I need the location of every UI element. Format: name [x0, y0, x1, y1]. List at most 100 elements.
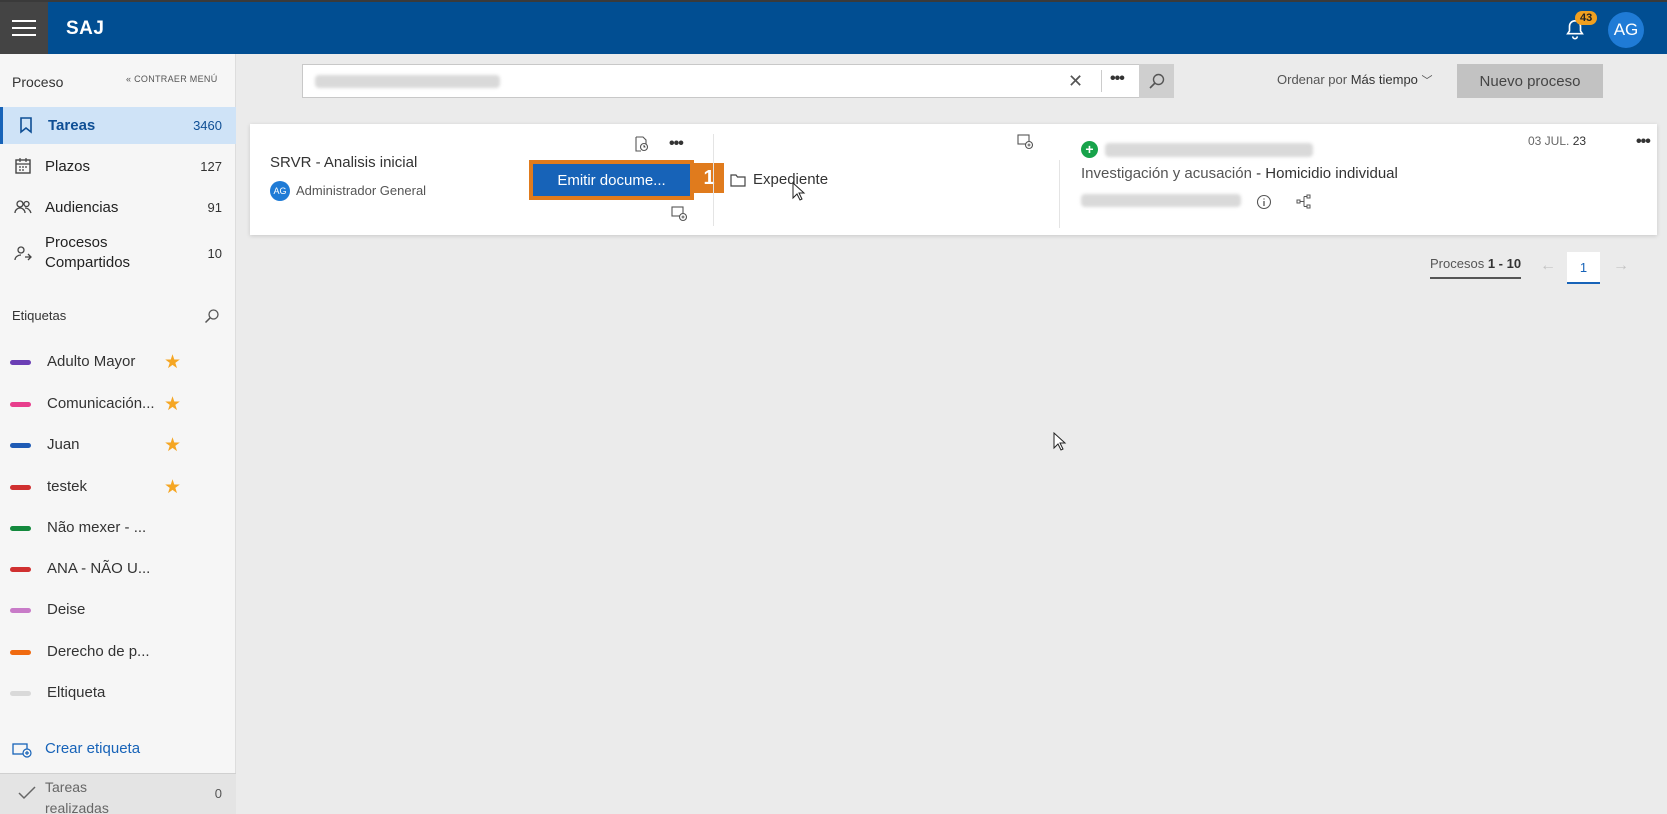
- completed-tasks-label: Tareas realizadas: [45, 779, 109, 814]
- process-category: Investigación y acusación - Homicidio in…: [1081, 165, 1398, 182]
- previous-page-icon[interactable]: ←: [1540, 257, 1556, 275]
- search-input[interactable]: [302, 64, 1174, 98]
- sidebar-item-label: Procesos Compartidos: [45, 234, 131, 271]
- tag-item[interactable]: ANA - NÃO U...: [0, 554, 236, 584]
- tag-item[interactable]: Não mexer - ...: [0, 513, 236, 543]
- expediente-link[interactable]: Expediente: [753, 171, 828, 188]
- tag-item[interactable]: testek ★: [0, 472, 236, 502]
- tag-label: Derecho de p...: [47, 643, 150, 660]
- people-icon: [14, 200, 32, 214]
- tag-item[interactable]: Juan ★: [0, 430, 236, 460]
- process-title: SRVR - Analisis inicial: [270, 154, 418, 171]
- subcategory-label: - Homicidio individual: [1256, 165, 1398, 182]
- tag-color-swatch: [10, 691, 31, 696]
- date-day-month: 03 JUL.: [1528, 134, 1570, 148]
- create-tag-button[interactable]: Crear etiqueta: [0, 736, 236, 764]
- star-icon[interactable]: ★: [164, 351, 181, 374]
- mouse-cursor-icon: [1053, 432, 1067, 451]
- star-icon[interactable]: ★: [164, 393, 181, 416]
- search-button[interactable]: [1139, 64, 1174, 98]
- tag-label: Deise: [47, 601, 86, 618]
- page-number-button[interactable]: 1: [1567, 252, 1600, 284]
- category-label: Investigación y acusación: [1081, 165, 1252, 182]
- add-tag-icon: [12, 743, 32, 758]
- search-divider: [1101, 70, 1102, 92]
- star-icon[interactable]: ★: [164, 434, 181, 457]
- card-divider: [1059, 160, 1060, 228]
- info-icon[interactable]: [1256, 194, 1272, 210]
- top-bar: SAJ 43 AG: [0, 0, 1667, 54]
- tag-color-swatch: [10, 360, 31, 365]
- sidebar-item-tareas[interactable]: Tareas 3460: [0, 107, 236, 144]
- user-avatar[interactable]: AG: [1608, 12, 1644, 48]
- sidebar-item-plazos[interactable]: Plazos 127: [0, 148, 236, 185]
- card-more-options-icon[interactable]: •••: [669, 135, 684, 153]
- emit-document-button[interactable]: Emitir docume...: [529, 160, 694, 200]
- checkmark-icon: [18, 786, 36, 800]
- next-page-icon[interactable]: →: [1613, 257, 1629, 275]
- sort-value: Más tiempo: [1350, 72, 1418, 87]
- tag-label: Comunicación...: [47, 395, 155, 412]
- tag-color-swatch: [10, 485, 31, 490]
- mouse-cursor-icon: [792, 182, 806, 201]
- tag-label: ANA - NÃO U...: [47, 560, 151, 577]
- sidebar-item-audiencias[interactable]: Audiencias 91: [0, 189, 236, 226]
- star-icon[interactable]: ★: [164, 476, 181, 499]
- bookmark-icon: [20, 117, 32, 134]
- blurred-party-name: [1081, 194, 1241, 207]
- tags-section-title: Etiquetas: [12, 308, 67, 323]
- sidebar-item-count: 127: [200, 159, 222, 174]
- sidebar-item-count: 10: [207, 246, 222, 261]
- notification-badge: 43: [1575, 11, 1598, 25]
- sidebar-section-title: Proceso: [12, 74, 64, 90]
- new-process-button[interactable]: Nuevo proceso: [1457, 64, 1603, 98]
- tag-label: Não mexer - ...: [47, 519, 147, 536]
- tag-color-swatch: [10, 567, 31, 572]
- add-tag-icon[interactable]: [1017, 134, 1033, 150]
- tag-label: testek: [47, 478, 88, 495]
- sidebar-item-count: 3460: [193, 118, 222, 133]
- chevron-down-icon: ﹀: [1421, 75, 1433, 87]
- step-number-badge: 1: [694, 163, 724, 193]
- tag-color-swatch: [10, 443, 31, 448]
- tag-label: Juan: [47, 436, 80, 453]
- workflow-icon[interactable]: [1296, 194, 1312, 210]
- tag-color-swatch: [10, 402, 31, 407]
- tag-color-swatch: [10, 526, 31, 531]
- sidebar: Proceso « CONTRAER MENÚ Tareas 3460 Plaz…: [0, 54, 236, 814]
- folder-icon: [730, 174, 746, 187]
- sidebar-item-procesos-compartidos[interactable]: Procesos Compartidos 10: [0, 230, 236, 276]
- process-card[interactable]: [250, 124, 1657, 235]
- clear-search-icon[interactable]: ✕: [1068, 71, 1083, 92]
- pagination-range: 1 - 10: [1487, 256, 1522, 271]
- tag-item[interactable]: Eltiqueta: [0, 678, 236, 708]
- pagination-prefix: Procesos: [1430, 256, 1485, 271]
- pagination-label: Procesos 1 - 10: [1430, 256, 1522, 279]
- tag-item[interactable]: Adulto Mayor ★: [0, 347, 236, 377]
- document-clock-icon[interactable]: [633, 136, 649, 152]
- search-tags-icon[interactable]: [204, 308, 220, 324]
- sort-prefix: Ordenar por: [1277, 72, 1348, 87]
- sidebar-item-label: Tareas: [48, 117, 96, 134]
- sidebar-item-count: 91: [207, 200, 222, 215]
- shared-people-icon: [14, 246, 32, 261]
- collapse-menu-button[interactable]: « CONTRAER MENÚ: [126, 74, 218, 84]
- app-name: SAJ: [66, 18, 105, 39]
- sort-dropdown[interactable]: Ordenar por Más tiempo ﹀: [1277, 72, 1433, 88]
- completed-tasks-count: 0: [214, 786, 222, 801]
- add-tag-icon[interactable]: [671, 206, 687, 222]
- tag-color-swatch: [10, 608, 31, 613]
- tag-item[interactable]: Derecho de p...: [0, 637, 236, 667]
- sidebar-item-label: Audiencias: [45, 199, 119, 216]
- sidebar-item-label: Plazos: [45, 158, 91, 175]
- completed-tasks-item[interactable]: Tareas realizadas 0: [0, 773, 236, 814]
- add-icon[interactable]: +: [1081, 141, 1098, 158]
- calendar-icon: [15, 158, 31, 174]
- hamburger-menu-button[interactable]: [0, 2, 48, 54]
- tag-item[interactable]: Comunicación... ★: [0, 389, 236, 419]
- card-divider: [713, 134, 714, 226]
- more-options-icon[interactable]: •••: [1110, 70, 1125, 88]
- process-date: 03 JUL. 23: [1528, 134, 1586, 148]
- tag-item[interactable]: Deise: [0, 595, 236, 625]
- card-more-options-icon[interactable]: •••: [1636, 133, 1651, 151]
